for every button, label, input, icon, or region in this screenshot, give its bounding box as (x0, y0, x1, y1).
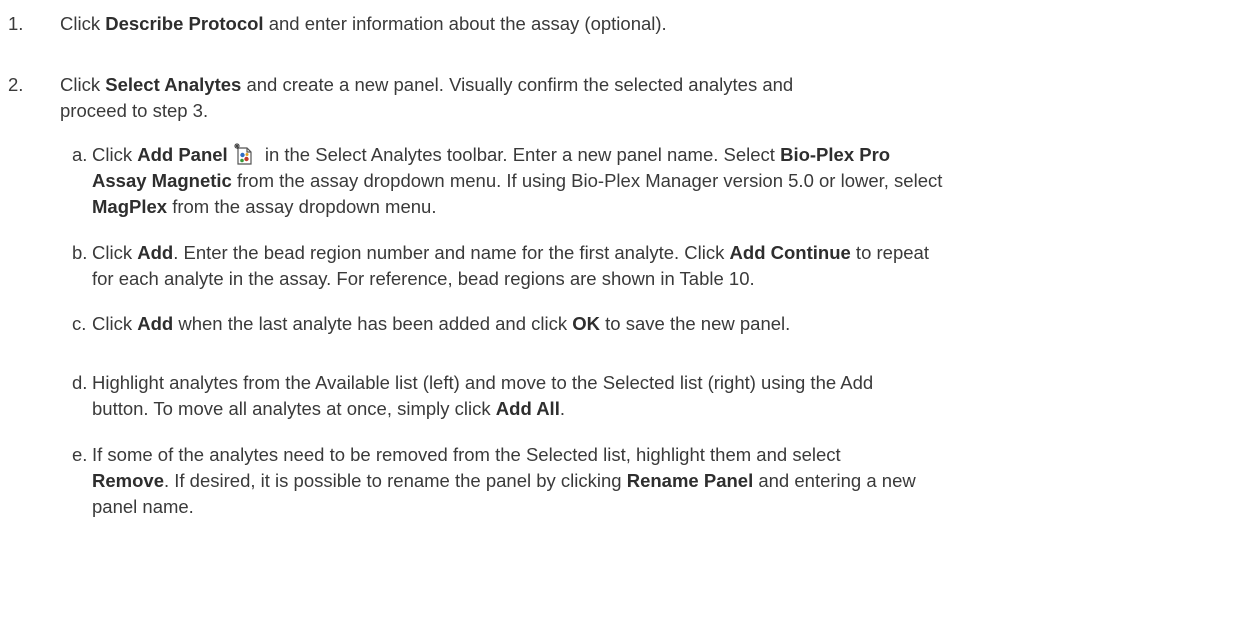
substep-letter: c. (72, 313, 87, 334)
step-text-part: . Enter the bead region number and name … (173, 242, 730, 263)
ui-term-remove: Remove (92, 470, 164, 491)
step-text-part: . (559, 398, 565, 419)
substep-line: panel name. (92, 496, 194, 517)
step-number: 1. (8, 13, 24, 34)
ui-term-magplex: MagPlex (92, 196, 168, 217)
ui-term-assay-magnetic: Assay Magnetic (92, 170, 232, 191)
step-text-part: Click (92, 313, 138, 334)
ui-term-ok: OK (572, 313, 601, 334)
substep-text: Click Add when the last analyte has been… (92, 311, 790, 337)
substep-line: for each analyte in the assay. For refer… (92, 268, 755, 289)
step-text-part: Click (60, 74, 106, 95)
step-text-part: Click (60, 13, 106, 34)
step-text-part: and create a new panel. Visually confirm… (241, 74, 794, 95)
substep-letter: e. (72, 444, 88, 465)
step-text: Click Select Analytes and create a new p… (60, 72, 793, 124)
instruction-page: 1. Click Describe Protocol and enter inf… (0, 0, 1259, 631)
step-text-part: when the last analyte has been added and… (173, 313, 573, 334)
substep-line: Assay Magnetic from the assay dropdown m… (92, 168, 942, 194)
substep-line: Click Add. Enter the bead region number … (92, 240, 929, 266)
step-text-part: Click (92, 144, 138, 165)
ui-term-bio-plex-pro: Bio-Plex Pro (780, 144, 891, 165)
substep-line: MagPlex from the assay dropdown menu. (92, 194, 942, 220)
ui-term-add: Add (137, 242, 174, 263)
substep-letter: d. (72, 372, 88, 393)
ui-term-add-panel: Add Panel (137, 144, 228, 165)
substep-line: Remove. If desired, it is possible to re… (92, 468, 916, 494)
step-text-part: . If desired, it is possible to rename t… (163, 470, 627, 491)
step-text-part: and enter information about the assay (o… (263, 13, 667, 34)
step-text: Click Describe Protocol and enter inform… (60, 11, 667, 37)
substep-text: Click Add. Enter the bead region number … (92, 240, 929, 292)
add-panel-icon (233, 143, 254, 165)
step-text-part: in the Select Analytes toolbar. Enter a … (259, 144, 781, 165)
substep-text: If some of the analytes need to be remov… (92, 442, 916, 520)
ui-term-add: Add (137, 313, 174, 334)
step-number: 2. (8, 74, 24, 95)
substep-line: Click Add when the last analyte has been… (92, 311, 790, 337)
step-text-part: from the assay dropdown menu. (167, 196, 437, 217)
substep-letter: b. (72, 242, 88, 263)
substep-letter: a. (72, 144, 88, 165)
ui-term-add-continue: Add Continue (729, 242, 851, 263)
step-text-part: to save the new panel. (600, 313, 791, 334)
step-line: proceed to step 3. (60, 100, 209, 121)
substep-line: If some of the analytes need to be remov… (92, 444, 841, 465)
step-line: Click Select Analytes and create a new p… (60, 72, 793, 98)
step-text-part: Click (92, 242, 138, 263)
ui-term-rename-panel: Rename Panel (626, 470, 754, 491)
substep-text: Highlight analytes from the Available li… (92, 370, 873, 422)
step-text-part: and entering a new (753, 470, 916, 491)
ui-term-describe-protocol: Describe Protocol (105, 13, 264, 34)
substep-text: Click Add Panel in the Select Analytes t… (92, 142, 942, 220)
substep-line: button. To move all analytes at once, si… (92, 396, 873, 422)
substep-line: Click Add Panel in the Select Analytes t… (92, 142, 942, 168)
step-text-part: to repeat (850, 242, 929, 263)
step-text-part: from the assay dropdown menu. If using B… (231, 170, 943, 191)
step-text-part: button. To move all analytes at once, si… (92, 398, 496, 419)
ui-term-add-all: Add All (495, 398, 560, 419)
ui-term-select-analytes: Select Analytes (105, 74, 242, 95)
substep-line: Highlight analytes from the Available li… (92, 372, 874, 393)
